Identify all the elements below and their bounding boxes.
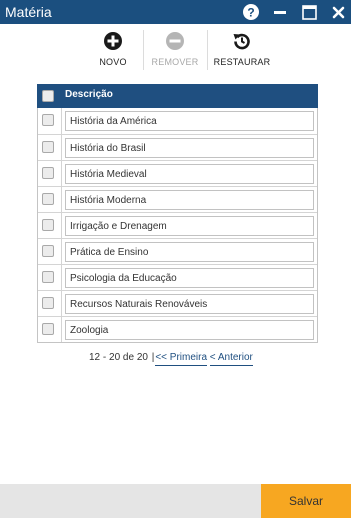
row-checkbox[interactable] bbox=[42, 193, 54, 205]
row-checkbox[interactable] bbox=[42, 271, 54, 283]
table-row: História Moderna bbox=[38, 186, 317, 212]
description-field[interactable]: Psicologia da Educação bbox=[65, 268, 314, 288]
maximize-button[interactable] bbox=[299, 2, 319, 22]
row-checkbox[interactable] bbox=[42, 167, 54, 179]
first-page-link[interactable]: << Primeira bbox=[155, 352, 208, 366]
cell-divider bbox=[61, 213, 62, 238]
table-row: Psicologia da Educação bbox=[38, 264, 317, 290]
close-button[interactable] bbox=[328, 2, 348, 22]
table-row: Irrigação e Drenagem bbox=[38, 212, 317, 238]
restore-button[interactable]: RESTAURAR bbox=[212, 28, 272, 72]
description-field[interactable]: Prática de Ensino bbox=[65, 242, 314, 262]
table-row: História do Brasil bbox=[38, 134, 317, 160]
restore-button-label: RESTAURAR bbox=[213, 57, 271, 67]
row-checkbox[interactable] bbox=[42, 245, 54, 257]
toolbar-divider bbox=[143, 30, 144, 70]
table-row: Prática de Ensino bbox=[38, 238, 317, 264]
remove-button-label: REMOVER bbox=[151, 57, 199, 67]
table-row: Recursos Naturais Renováveis bbox=[38, 290, 317, 316]
description-field[interactable]: História do Brasil bbox=[65, 138, 314, 158]
table-row: História Medieval bbox=[38, 160, 317, 186]
table-row: História da América bbox=[38, 108, 317, 134]
toolbar-divider bbox=[207, 30, 208, 70]
minimize-icon bbox=[274, 11, 286, 14]
cell-divider bbox=[61, 265, 62, 290]
row-checkbox[interactable] bbox=[42, 141, 54, 153]
description-field[interactable]: Irrigação e Drenagem bbox=[65, 216, 314, 236]
new-button-label: NOVO bbox=[99, 57, 127, 67]
pagination: 12 - 20 de 20 |<< Primeira < Anterior bbox=[89, 352, 253, 366]
minimize-button[interactable] bbox=[270, 2, 290, 22]
pagination-range: 12 - 20 de 20 bbox=[89, 352, 148, 363]
cell-divider bbox=[61, 161, 62, 186]
cell-divider bbox=[61, 291, 62, 316]
new-button[interactable]: NOVO bbox=[94, 28, 132, 72]
description-column-header: Descrição bbox=[65, 89, 113, 100]
description-field[interactable]: Zoologia bbox=[65, 320, 314, 340]
footer-bar: Salvar bbox=[0, 484, 351, 518]
help-button[interactable]: ? bbox=[241, 2, 261, 22]
help-icon: ? bbox=[243, 4, 259, 20]
cell-divider bbox=[61, 108, 62, 134]
maximize-icon bbox=[301, 4, 317, 20]
restore-icon bbox=[233, 33, 250, 50]
row-checkbox[interactable] bbox=[42, 323, 54, 335]
window-title-bar: Matéria ? bbox=[0, 0, 351, 24]
toolbar: NOVO REMOVER RESTAURAR bbox=[0, 28, 351, 72]
cell-divider bbox=[61, 135, 62, 160]
description-field[interactable]: História Medieval bbox=[65, 164, 314, 184]
cell-divider bbox=[61, 239, 62, 264]
row-checkbox[interactable] bbox=[42, 297, 54, 309]
close-icon bbox=[332, 6, 344, 18]
window-title: Matéria bbox=[5, 4, 52, 20]
cell-divider bbox=[61, 187, 62, 212]
select-all-checkbox[interactable] bbox=[42, 90, 54, 102]
pagination-separator: | bbox=[151, 352, 155, 363]
remove-button[interactable]: REMOVER bbox=[148, 28, 202, 72]
svg-text:?: ? bbox=[247, 6, 254, 20]
plus-circle-icon bbox=[104, 32, 122, 50]
minus-circle-icon bbox=[166, 32, 184, 50]
save-button[interactable]: Salvar bbox=[261, 484, 351, 518]
row-checkbox[interactable] bbox=[42, 219, 54, 231]
row-checkbox[interactable] bbox=[42, 114, 54, 126]
description-field[interactable]: História Moderna bbox=[65, 190, 314, 210]
table-row: Zoologia bbox=[38, 316, 317, 342]
materia-grid: Descrição História da América História d… bbox=[37, 84, 318, 343]
grid-rows: História da América História do Brasil H… bbox=[37, 108, 318, 343]
previous-page-link[interactable]: < Anterior bbox=[209, 352, 253, 366]
description-field[interactable]: Recursos Naturais Renováveis bbox=[65, 294, 314, 314]
grid-header: Descrição bbox=[37, 84, 318, 108]
description-field[interactable]: História da América bbox=[65, 111, 314, 131]
cell-divider bbox=[61, 317, 62, 342]
